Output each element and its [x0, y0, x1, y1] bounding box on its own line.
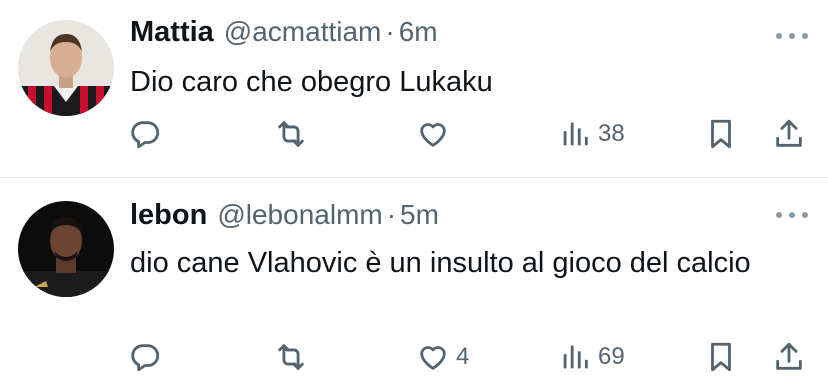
- timestamp[interactable]: 6m: [399, 16, 438, 48]
- reply-button[interactable]: [128, 114, 168, 154]
- views-count: 38: [598, 120, 625, 147]
- heart-icon: [416, 340, 450, 374]
- timestamp[interactable]: 5m: [400, 199, 439, 231]
- views-icon: [558, 117, 592, 151]
- retweet-button[interactable]: [274, 337, 314, 377]
- tweet-header: Mattia @acmattiam · 6m: [130, 16, 438, 49]
- share-icon: [772, 117, 806, 151]
- author-name[interactable]: Mattia: [130, 16, 214, 49]
- avatar[interactable]: [18, 201, 114, 297]
- separator: ·: [385, 16, 395, 47]
- views-icon: [558, 340, 592, 374]
- retweet-icon: [274, 117, 308, 151]
- share-button[interactable]: [772, 337, 806, 377]
- views-button[interactable]: 38: [558, 114, 625, 154]
- bookmark-icon: [704, 340, 738, 374]
- avatar[interactable]: [18, 20, 114, 116]
- tweet-text: Dio caro che obegro Lukaku: [130, 66, 493, 98]
- like-button[interactable]: 4: [416, 337, 469, 377]
- reply-icon: [128, 340, 162, 374]
- like-button[interactable]: [416, 114, 456, 154]
- author-name[interactable]: lebon: [130, 199, 207, 232]
- bookmark-button[interactable]: [704, 337, 738, 377]
- tweet[interactable]: Mattia @acmattiam · 6m Dio caro che obeg…: [0, 0, 828, 178]
- author-handle[interactable]: @lebonalmm: [217, 199, 382, 231]
- reply-button[interactable]: [128, 337, 168, 377]
- tweet[interactable]: lebon @lebonalmm · 5m dio cane Vlahovic …: [0, 179, 828, 386]
- tweet-actions: 4 69: [128, 337, 808, 377]
- share-button[interactable]: [772, 114, 806, 154]
- tweet-header: lebon @lebonalmm · 5m: [130, 199, 439, 232]
- retweet-button[interactable]: [274, 114, 314, 154]
- bookmark-button[interactable]: [704, 114, 738, 154]
- reply-icon: [128, 117, 162, 151]
- views-count: 69: [598, 343, 625, 370]
- tweet-actions: 38: [128, 114, 808, 154]
- share-icon: [772, 340, 806, 374]
- more-icon[interactable]: [776, 203, 808, 227]
- author-handle[interactable]: @acmattiam: [224, 16, 382, 48]
- retweet-icon: [274, 340, 308, 374]
- bookmark-icon: [704, 117, 738, 151]
- like-count: 4: [456, 343, 470, 370]
- views-button[interactable]: 69: [558, 337, 625, 377]
- heart-icon: [416, 117, 450, 151]
- tweet-text: dio cane Vlahovic è un insulto al gioco …: [130, 247, 751, 279]
- separator: ·: [386, 199, 397, 230]
- more-icon[interactable]: [776, 24, 808, 48]
